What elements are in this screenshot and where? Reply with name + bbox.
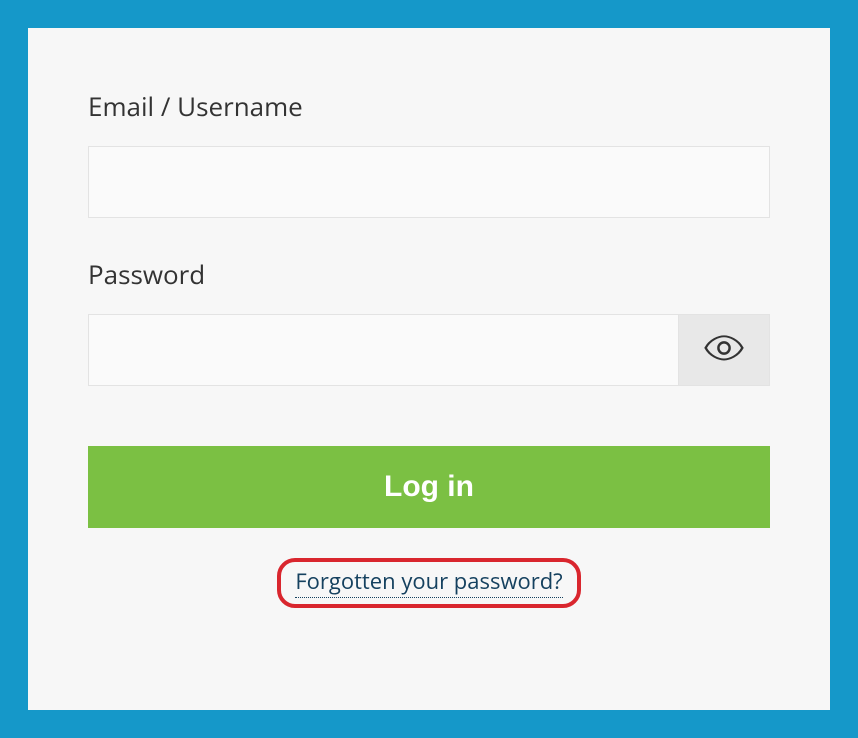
forgot-password-highlight: Forgotten your password? [277,558,580,608]
login-panel: Email / Username Password Log in Forgott… [28,28,830,710]
username-group: Email / Username [88,88,770,218]
username-input[interactable] [88,146,770,218]
toggle-password-visibility-button[interactable] [678,314,770,386]
login-button[interactable]: Log in [88,446,770,528]
password-row [88,314,770,386]
eye-icon [703,327,745,374]
password-label: Password [88,256,770,292]
forgot-password-link[interactable]: Forgotten your password? [295,566,562,598]
password-input[interactable] [88,314,678,386]
password-group: Password [88,256,770,386]
username-label: Email / Username [88,88,770,124]
forgot-password-area: Forgotten your password? [88,558,770,608]
